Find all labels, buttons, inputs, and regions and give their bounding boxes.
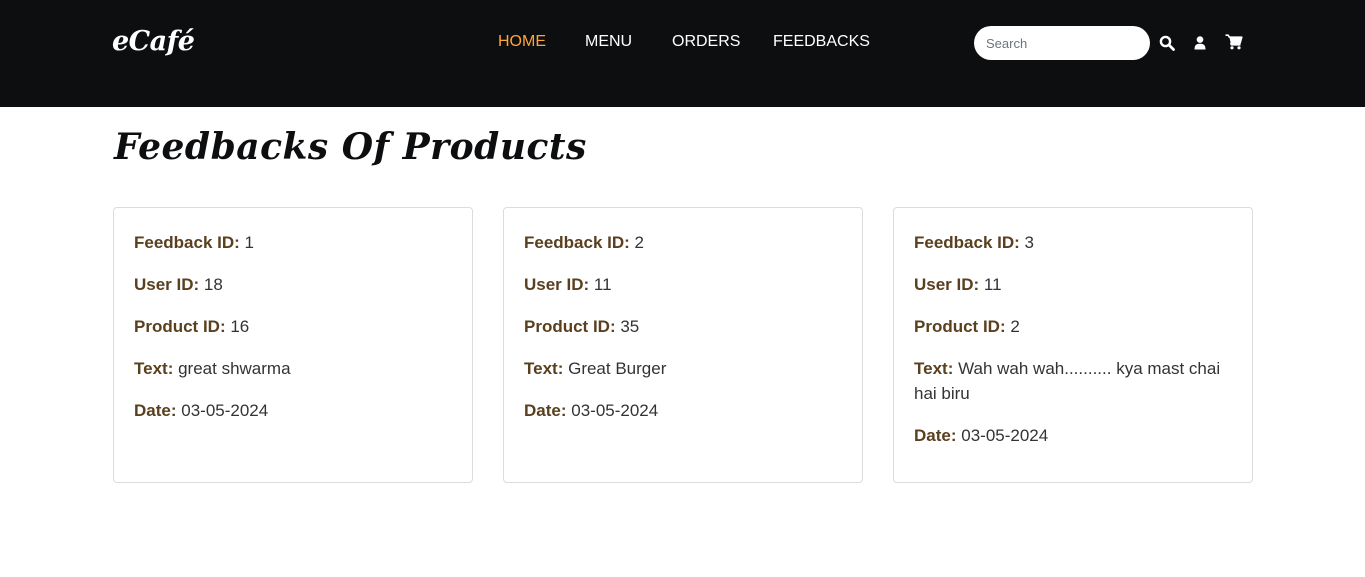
text-value: Wah wah wah.......... kya mast chai hai … (914, 359, 1221, 403)
feedback-card: Feedback ID: 2 User ID: 11 Product ID: 3… (503, 207, 863, 483)
date-label: Date: (134, 401, 177, 420)
feedback-card: Feedback ID: 3 User ID: 11 Product ID: 2… (893, 207, 1253, 483)
nav-link-menu[interactable]: MENU (585, 33, 632, 51)
date-label: Date: (524, 401, 567, 420)
date-field: Date: 03-05-2024 (914, 423, 1232, 448)
user-id-label: User ID: (914, 275, 980, 294)
text-field: Text: Wah wah wah.......... kya mast cha… (914, 356, 1232, 406)
product-id-field: Product ID: 16 (134, 314, 452, 339)
page-title: Feedbacks Of Products (114, 126, 587, 168)
text-label: Text: (914, 359, 954, 378)
user-id-value: 11 (983, 275, 1002, 294)
date-value: 03-05-2024 (961, 426, 1049, 445)
date-label: Date: (914, 426, 957, 445)
feedback-id-label: Feedback ID: (524, 233, 630, 252)
feedback-id-label: Feedback ID: (134, 233, 240, 252)
product-id-value: 35 (620, 317, 640, 336)
search-icon[interactable] (1159, 35, 1175, 51)
date-value: 03-05-2024 (571, 401, 659, 420)
feedback-id-value: 1 (244, 233, 255, 252)
product-id-value: 16 (230, 317, 250, 336)
text-value: Great Burger (568, 359, 667, 378)
nav-link-orders[interactable]: ORDERS (672, 33, 740, 51)
text-label: Text: (524, 359, 564, 378)
user-id-field: User ID: 18 (134, 272, 452, 297)
nav-link-feedbacks[interactable]: FEEDBACKS (773, 33, 870, 51)
feedback-id-field: Feedback ID: 2 (524, 230, 842, 255)
brand-logo[interactable]: eCafé (112, 26, 195, 57)
product-id-label: Product ID: (914, 317, 1006, 336)
text-field: Text: Great Burger (524, 356, 842, 381)
product-id-label: Product ID: (134, 317, 226, 336)
product-id-field: Product ID: 2 (914, 314, 1232, 339)
product-id-field: Product ID: 35 (524, 314, 842, 339)
date-field: Date: 03-05-2024 (524, 398, 842, 423)
search-input[interactable] (974, 26, 1150, 60)
date-field: Date: 03-05-2024 (134, 398, 452, 423)
user-icon[interactable] (1194, 36, 1206, 50)
user-id-field: User ID: 11 (524, 272, 842, 297)
user-id-label: User ID: (524, 275, 590, 294)
cart-icon[interactable] (1225, 34, 1243, 50)
text-label: Text: (134, 359, 174, 378)
product-id-value: 2 (1010, 317, 1020, 336)
user-id-value: 18 (203, 275, 223, 294)
feedback-id-field: Feedback ID: 1 (134, 230, 452, 255)
feedback-id-value: 3 (1024, 233, 1035, 252)
user-id-field: User ID: 11 (914, 272, 1232, 297)
product-id-label: Product ID: (524, 317, 616, 336)
user-id-value: 11 (593, 275, 612, 294)
text-field: Text: great shwarma (134, 356, 452, 381)
nav-link-home[interactable]: HOME (498, 33, 546, 51)
feedback-id-field: Feedback ID: 3 (914, 230, 1232, 255)
user-id-label: User ID: (134, 275, 200, 294)
feedback-id-label: Feedback ID: (914, 233, 1020, 252)
text-value: great shwarma (178, 359, 291, 378)
feedback-id-value: 2 (634, 233, 645, 252)
date-value: 03-05-2024 (181, 401, 269, 420)
navbar: eCafé HOME MENU ORDERS FEEDBACKS (0, 0, 1365, 107)
feedback-card: Feedback ID: 1 User ID: 18 Product ID: 1… (113, 207, 473, 483)
